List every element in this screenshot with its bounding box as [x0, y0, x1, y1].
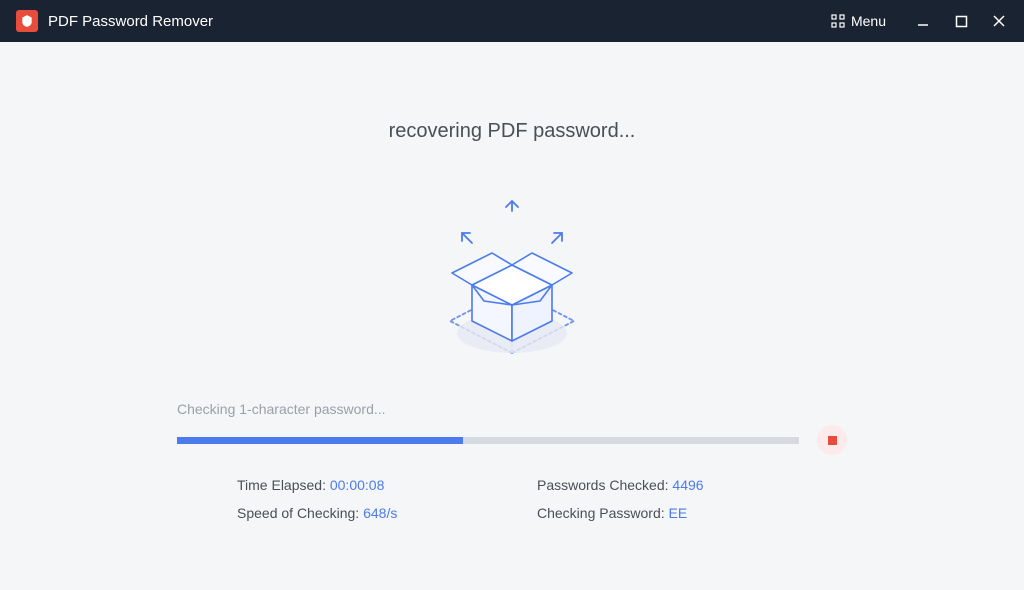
time-elapsed-label: Time Elapsed: — [237, 477, 330, 493]
passwords-checked-stat: Passwords Checked: 4496 — [537, 477, 837, 493]
app-title: PDF Password Remover — [48, 13, 831, 30]
maximize-button[interactable] — [952, 12, 970, 30]
menu-grid-icon — [831, 14, 845, 28]
checking-password-stat: Checking Password: EE — [537, 505, 837, 521]
close-button[interactable] — [990, 12, 1008, 30]
speed-value: 648/s — [363, 505, 397, 521]
passwords-checked-value: 4496 — [672, 477, 703, 493]
app-icon — [16, 10, 38, 32]
main-content: recovering PDF password... — [0, 42, 1024, 590]
progress-section: Checking 1-character password... Time El… — [177, 401, 847, 521]
titlebar: PDF Password Remover Menu — [0, 0, 1024, 42]
box-illustration — [422, 193, 602, 373]
menu-label: Menu — [851, 13, 886, 29]
speed-label: Speed of Checking: — [237, 505, 363, 521]
stats-panel: Time Elapsed: 00:00:08 Speed of Checking… — [177, 477, 847, 521]
checking-password-value: EE — [669, 505, 688, 521]
menu-button[interactable]: Menu — [831, 13, 886, 29]
speed-stat: Speed of Checking: 648/s — [237, 505, 537, 521]
progress-fill — [177, 437, 463, 444]
stop-button[interactable] — [817, 425, 847, 455]
progress-status-label: Checking 1-character password... — [177, 401, 847, 417]
time-elapsed-stat: Time Elapsed: 00:00:08 — [237, 477, 537, 493]
passwords-checked-label: Passwords Checked: — [537, 477, 672, 493]
checking-password-label: Checking Password: — [537, 505, 669, 521]
time-elapsed-value: 00:00:08 — [330, 477, 385, 493]
progress-bar — [177, 437, 799, 444]
stop-icon — [828, 436, 837, 445]
minimize-button[interactable] — [914, 12, 932, 30]
page-heading: recovering PDF password... — [389, 120, 636, 143]
